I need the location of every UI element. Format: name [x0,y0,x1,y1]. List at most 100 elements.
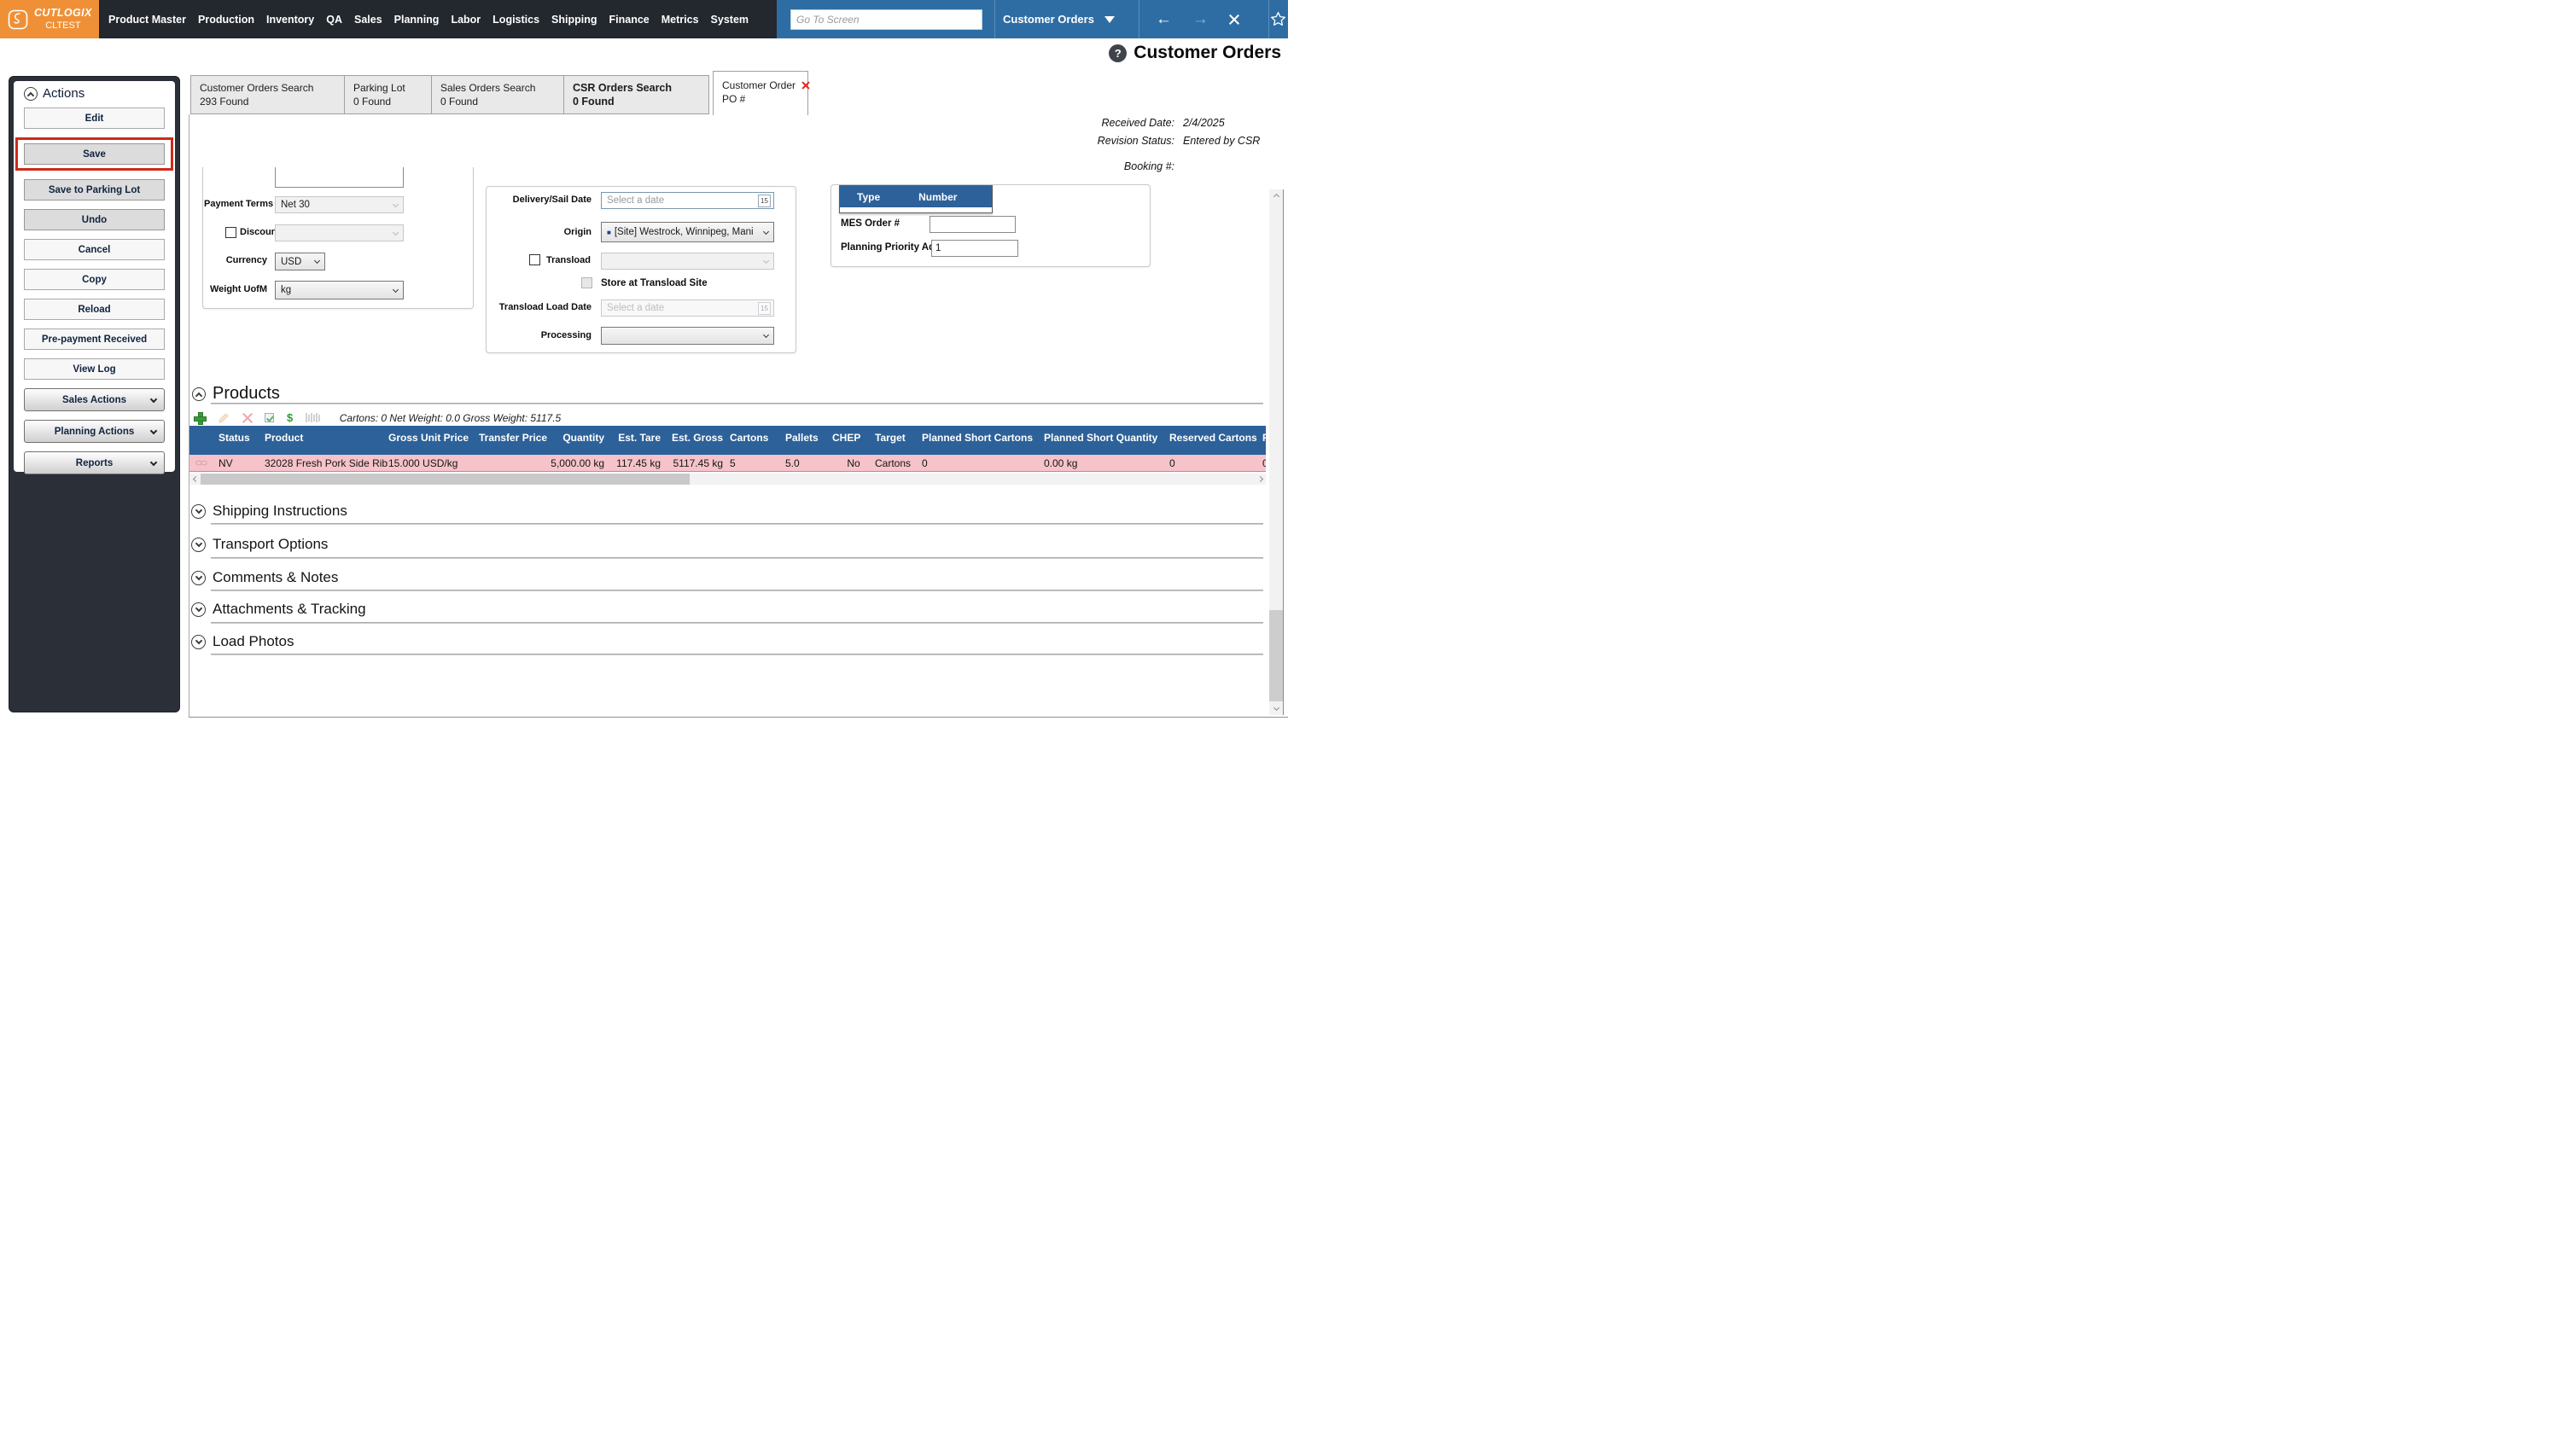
planning-priority-input[interactable] [931,240,1018,257]
goto-screen-input[interactable] [790,9,982,30]
section-shipping-instructions[interactable]: Shipping Instructions [191,503,347,520]
collapse-products-icon[interactable] [192,387,206,401]
tab-sales-orders-search[interactable]: Sales Orders Search 0 Found [431,75,564,114]
copy-button[interactable]: Copy [24,269,165,290]
tab-csr-orders-search[interactable]: CSR Orders Search 0 Found [563,75,709,114]
calendar-icon: 15 [758,302,771,315]
product-row[interactable]: NV 32028 Fresh Pork Side Ribs 15.000 USD… [189,455,1266,472]
menu-inventory[interactable]: Inventory [266,14,314,26]
tab-parking-lot[interactable]: Parking Lot 0 Found [344,75,432,114]
menu-logistics[interactable]: Logistics [492,14,539,26]
back-arrow-icon[interactable]: ← [1156,11,1172,27]
discount-dropdown[interactable] [275,224,404,241]
scroll-left-button[interactable] [189,474,201,485]
menu-system[interactable]: System [711,14,749,26]
mes-order-input[interactable] [930,216,1016,233]
collapse-actions-icon[interactable] [24,86,38,101]
cell-pallets: 5.0 [785,456,800,469]
col-planned-short-quantity[interactable]: Planned Short Quantity [1044,432,1169,444]
scroll-up-button[interactable] [1269,189,1283,203]
view-log-button[interactable]: View Log [24,358,165,380]
menu-product-master[interactable]: Product Master [108,14,186,26]
section-comments-notes[interactable]: Comments & Notes [191,569,338,586]
planning-actions-dropdown[interactable]: Planning Actions [24,420,165,443]
col-gross-unit-price[interactable]: Gross Unit Price [388,432,479,444]
tab-customer-orders-search[interactable]: Customer Orders Search 293 Found [190,75,345,114]
processing-dropdown[interactable] [601,327,774,345]
tab-count: 0 Found [573,96,615,108]
calendar-icon[interactable]: 15 [758,195,771,207]
expand-section-icon[interactable] [191,634,206,649]
expand-section-icon[interactable] [191,570,206,585]
delivery-sail-date-input[interactable]: Select a date 15 [601,192,774,209]
transload-dropdown[interactable] [601,253,774,270]
transload-checkbox[interactable] [529,254,540,265]
actions-header[interactable]: Actions [24,86,165,101]
origin-value: [Site] Westrock, Winnipeg, Mani [614,227,754,237]
section-transport-options[interactable]: Transport Options [191,536,328,553]
col-status[interactable]: Status [219,432,265,444]
expand-section-icon[interactable] [191,602,206,617]
menu-finance[interactable]: Finance [609,14,650,26]
col-chep[interactable]: CHEP [832,432,875,444]
clipped-order-field[interactable] [275,167,404,188]
edit-button[interactable]: Edit [24,108,165,129]
delete-product-icon[interactable] [242,413,252,422]
expand-section-icon[interactable] [191,537,206,552]
menu-labor[interactable]: Labor [451,14,481,26]
transload-load-date-input[interactable]: Select a date 15 [601,299,774,317]
tab-customer-order[interactable]: Customer Order PO # [713,71,808,115]
select-rows-icon[interactable] [265,413,274,422]
col-reserved-quantity[interactable]: Reserved Quantity [1262,432,1266,444]
section-load-photos[interactable]: Load Photos [191,633,294,650]
col-transfer-price[interactable]: Transfer Price [479,432,547,444]
close-screen-icon[interactable] [1229,14,1240,25]
help-icon[interactable]: ? [1109,44,1128,62]
add-product-icon[interactable] [194,412,207,425]
horizontal-scroll-thumb[interactable] [201,474,690,485]
save-button[interactable]: Save [24,143,165,165]
weight-uofm-dropdown[interactable]: kg [275,281,404,299]
save-to-parking-lot-button[interactable]: Save to Parking Lot [24,179,165,201]
origin-dropdown[interactable]: ■ [Site] Westrock, Winnipeg, Mani [601,222,774,242]
screen-selector[interactable]: Customer Orders [995,0,1127,38]
reports-dropdown[interactable]: Reports [24,451,165,474]
page-vertical-scrollbar[interactable] [1269,189,1284,715]
sales-actions-dropdown[interactable]: Sales Actions [24,388,165,411]
vertical-scroll-thumb[interactable] [1269,610,1283,701]
menu-sales[interactable]: Sales [354,14,382,26]
cancel-button[interactable]: Cancel [24,239,165,260]
discount-checkbox[interactable] [225,227,236,238]
products-horizontal-scrollbar[interactable] [189,474,1266,485]
menu-metrics[interactable]: Metrics [661,14,699,26]
payment-terms-dropdown[interactable]: Net 30 [275,196,404,213]
menu-production[interactable]: Production [198,14,254,26]
divider [211,654,1263,655]
price-dollar-icon[interactable]: $ [287,412,293,423]
col-pallets[interactable]: Pallets [785,432,832,444]
col-target[interactable]: Target [875,432,922,444]
scroll-right-button[interactable] [1254,474,1266,485]
barcode-icon[interactable] [306,413,320,422]
edit-pencil-icon[interactable] [218,412,230,424]
forward-arrow-icon[interactable]: → [1192,11,1209,27]
col-product[interactable]: Product [265,432,388,444]
prepayment-received-button[interactable]: Pre-payment Received [24,329,165,350]
col-est-tare[interactable]: Est. Tare [611,432,667,444]
col-quantity[interactable]: Quantity [547,432,611,444]
section-attachments-tracking[interactable]: Attachments & Tracking [191,601,366,618]
menu-qa[interactable]: QA [326,14,342,26]
menu-shipping[interactable]: Shipping [551,14,597,26]
col-reserved-cartons[interactable]: Reserved Cartons [1169,432,1262,444]
store-at-transload-checkbox[interactable] [581,277,592,288]
undo-button[interactable]: Undo [24,209,165,230]
col-planned-short-cartons[interactable]: Planned Short Cartons [922,432,1044,444]
currency-dropdown[interactable]: USD [275,253,325,270]
menu-planning[interactable]: Planning [394,14,440,26]
favorite-button[interactable] [1269,0,1288,38]
col-cartons[interactable]: Cartons [730,432,785,444]
expand-section-icon[interactable] [191,503,206,519]
scroll-down-button[interactable] [1269,701,1283,715]
col-est-gross[interactable]: Est. Gross [667,432,730,444]
reload-button[interactable]: Reload [24,299,165,320]
